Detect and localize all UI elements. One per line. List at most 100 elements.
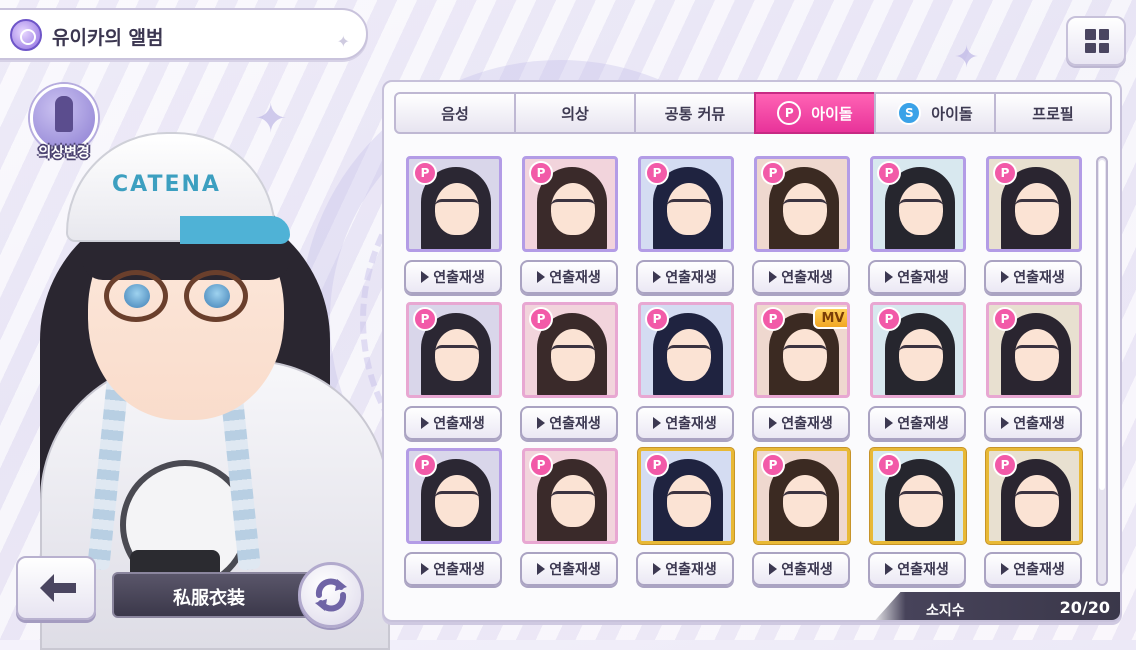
produce-badge-icon: P [529,453,553,477]
play-button-label: 연출재생 [665,416,717,432]
play-performance-button[interactable]: 연출재생 [404,260,502,294]
album-card[interactable]: P 연출재생 [752,448,852,588]
card-art-glasses [1015,199,1059,213]
album-card[interactable]: P 연출재생 [984,302,1084,442]
produce-badge-icon: P [413,453,437,477]
album-card[interactable]: P 연출재생 [404,156,504,296]
menu-button[interactable] [1066,16,1126,66]
scrollbar[interactable] [1096,156,1108,586]
card-thumbnail[interactable]: P MV [754,302,850,398]
play-performance-button[interactable]: 연출재생 [404,406,502,440]
refresh-button[interactable] [298,562,364,628]
refresh-icon [315,578,347,612]
card-thumbnail[interactable]: P [754,448,850,544]
back-button[interactable] [16,556,96,620]
album-card[interactable]: P 연출재생 [404,302,504,442]
album-card[interactable]: P 연출재생 [984,156,1084,296]
play-performance-button[interactable]: 연출재생 [868,260,966,294]
album-card[interactable]: P 연출재생 [868,156,968,296]
play-performance-button[interactable]: 연출재생 [636,552,734,586]
play-icon [421,271,430,283]
card-thumbnail[interactable]: P [522,156,618,252]
card-thumbnail[interactable]: P [522,302,618,398]
produce-badge-icon: P [529,161,553,185]
cap-logo-text: CATENA [112,172,221,197]
play-performance-button[interactable]: 연출재생 [404,552,502,586]
play-performance-button[interactable]: 연출재생 [520,406,618,440]
card-thumbnail[interactable]: P [986,156,1082,252]
album-card[interactable]: P 연출재생 [636,156,736,296]
tab-4[interactable]: P 아이돌 [754,92,876,134]
album-card[interactable]: P 연출재생 [520,302,620,442]
card-thumbnail[interactable]: P [986,302,1082,398]
sparkle-icon: ✦ [336,32,350,51]
play-performance-button[interactable]: 연출재생 [752,406,850,440]
play-performance-button[interactable]: 연출재생 [984,406,1082,440]
card-thumbnail[interactable]: P [754,156,850,252]
album-card[interactable]: P 연출재생 [868,448,968,588]
play-icon [537,417,546,429]
play-performance-button[interactable]: 연출재생 [868,552,966,586]
play-icon [769,417,778,429]
produce-badge-icon: P [877,161,901,185]
play-icon [1001,563,1010,575]
card-thumbnail[interactable]: P [870,156,966,252]
album-card[interactable]: P 연출재생 [520,448,620,588]
album-card[interactable]: P 연출재생 [636,302,736,442]
album-card[interactable]: P 연출재생 [984,448,1084,588]
glasses-lens [184,270,248,322]
play-performance-button[interactable]: 연출재생 [984,552,1082,586]
glasses-lens [104,270,168,322]
play-icon [537,563,546,575]
play-performance-button[interactable]: 연출재생 [520,552,618,586]
card-art-glasses [899,491,943,505]
album-card[interactable]: P 연출재생 [752,156,852,296]
album-card[interactable]: P 연출재생 [868,302,968,442]
card-thumbnail[interactable]: P [638,156,734,252]
card-thumbnail[interactable]: P [522,448,618,544]
play-performance-button[interactable]: 연출재생 [868,406,966,440]
album-icon [10,19,42,51]
album-card[interactable]: P MV 연출재생 [752,302,852,442]
tab-label: 의상 [561,104,589,123]
card-thumbnail[interactable]: P [638,448,734,544]
play-performance-button[interactable]: 연출재생 [520,260,618,294]
outfit-name: 私服衣装 [173,588,245,609]
card-thumbnail[interactable]: P [870,302,966,398]
play-performance-button[interactable]: 연출재생 [636,260,734,294]
card-art-glasses [1015,345,1059,359]
tab-3[interactable]: 공통 커뮤 [634,92,756,134]
card-thumbnail[interactable]: P [870,448,966,544]
card-thumbnail[interactable]: P [638,302,734,398]
tab-5[interactable]: S 아이돌 [874,92,996,134]
tab-2[interactable]: 의상 [514,92,636,134]
card-art-glasses [667,491,711,505]
scrollbar-thumb[interactable] [1099,160,1105,490]
card-thumbnail[interactable]: P [986,448,1082,544]
tab-6[interactable]: 프로필 [994,92,1112,134]
tab-1[interactable]: 음성 [394,92,516,134]
play-button-label: 연출재생 [549,270,601,286]
play-performance-button[interactable]: 연출재생 [984,260,1082,294]
card-thumbnail[interactable]: P [406,156,502,252]
album-card[interactable]: P 연출재생 [404,448,504,588]
card-art-glasses [783,199,827,213]
produce-badge-icon: P [413,307,437,331]
album-card[interactable]: P 연출재생 [520,156,620,296]
produce-badge-icon: P [877,453,901,477]
play-button-label: 연출재생 [1013,562,1065,578]
play-performance-button[interactable]: 연출재생 [752,552,850,586]
costume-change-button[interactable]: 의상변경 [24,84,104,164]
play-icon [1001,417,1010,429]
cap-brim [180,216,290,244]
play-performance-button[interactable]: 연출재생 [752,260,850,294]
album-card[interactable]: P 연출재생 [636,448,736,588]
card-thumbnail[interactable]: P [406,448,502,544]
tab-label: 프로필 [1032,104,1074,123]
card-art-glasses [667,345,711,359]
play-performance-button[interactable]: 연출재생 [636,406,734,440]
outfit-name-bar: 私服衣装 [112,572,322,618]
count-value: 20/20 [1059,598,1110,617]
play-icon [421,417,430,429]
card-thumbnail[interactable]: P [406,302,502,398]
